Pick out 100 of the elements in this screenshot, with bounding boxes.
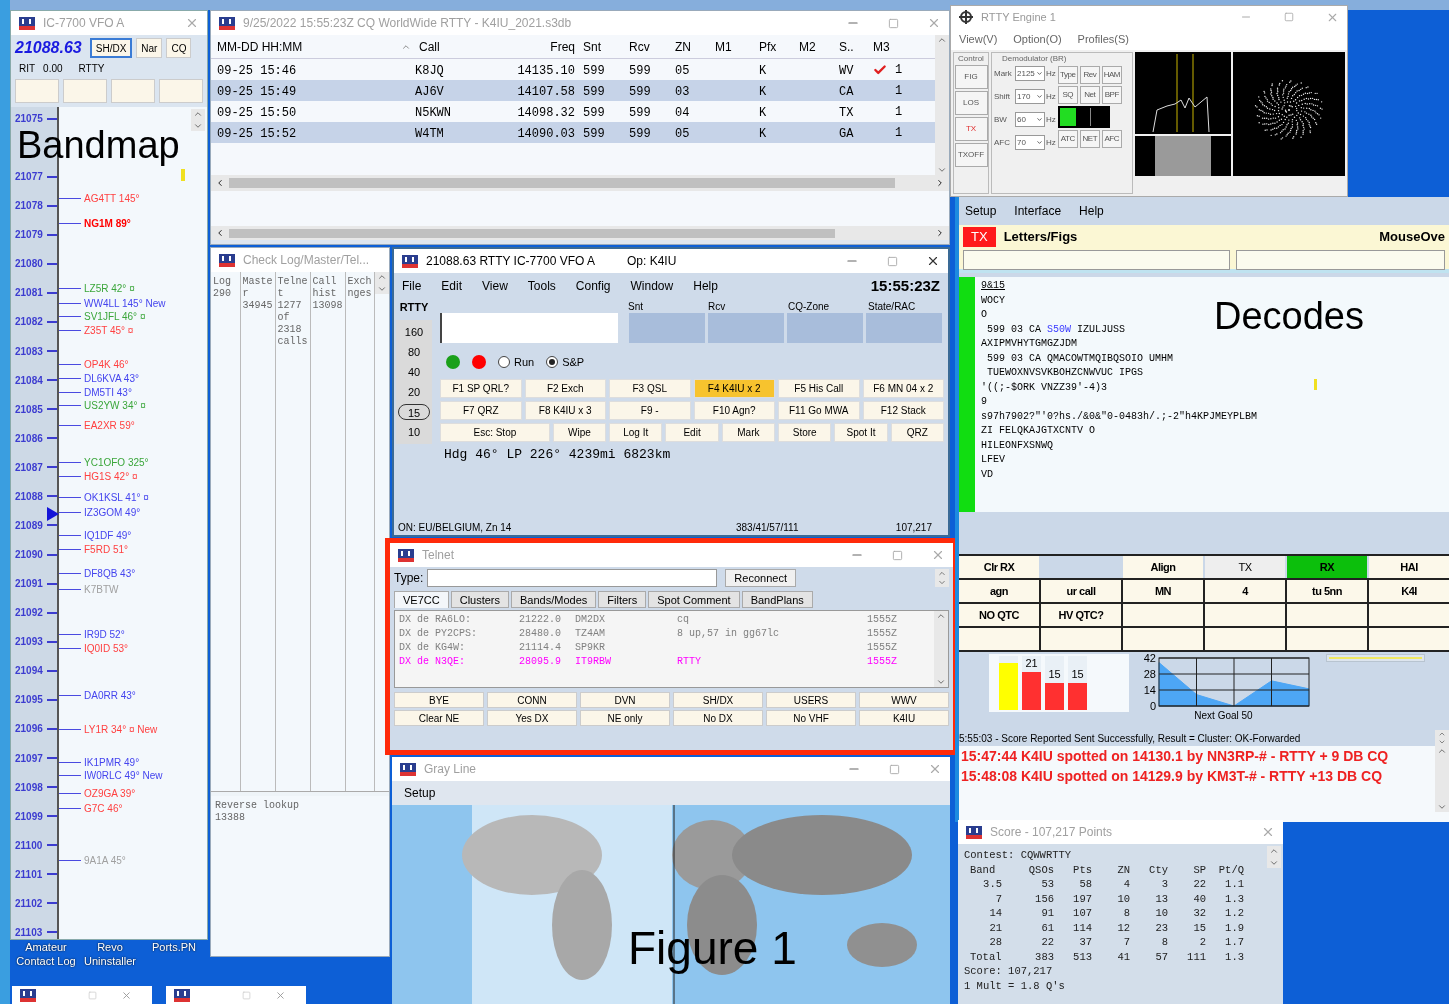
scroll-up-icon[interactable] [937,35,947,45]
scroll-down-icon[interactable] [937,165,947,175]
cluster-command-button[interactable]: DVN [580,692,670,708]
setting-dropdown[interactable]: 170 [1015,89,1045,104]
scroll-down-icon[interactable] [1437,802,1447,812]
scrollbar[interactable] [191,109,205,131]
scrollbar[interactable] [1435,730,1449,746]
menu-item[interactable]: View(V) [959,30,998,48]
band-button[interactable]: 40 [398,363,430,380]
radio-button[interactable] [498,356,510,368]
setting-dropdown[interactable]: 2125 [1015,66,1045,81]
function-key-button[interactable]: F5 His Call [778,379,860,398]
exchange-input-field[interactable] [787,313,863,343]
desktop-icon-label[interactable]: Revo Uninstaller [78,940,142,968]
spot-label[interactable]: OK1KSL 41° ¤ [84,490,149,505]
macro-button[interactable]: HAI [1369,556,1449,578]
tab[interactable]: Clusters [450,591,510,608]
menu-item[interactable]: Tools [527,277,556,295]
scroll-left-icon[interactable] [215,228,225,238]
maximize-icon[interactable] [1284,12,1294,22]
log-row[interactable]: 09-25 15:52 W4TM 14090.03 599 599 05 K GA 1 [211,122,935,143]
tab[interactable]: Spot Comment [648,591,740,608]
function-key-button[interactable]: F9 - [609,401,691,420]
column-header[interactable]: ZN [675,37,691,56]
scroll-right-icon[interactable] [935,178,945,188]
engine-button[interactable]: FIG [954,65,988,89]
macro-button[interactable]: Align [1123,556,1203,578]
function-key-button[interactable]: Log It [609,423,663,442]
spot-label[interactable]: IR9D 52° [84,627,125,642]
engine-button[interactable]: TXOFF [954,143,988,167]
maximize-icon[interactable] [888,17,899,29]
bandmap-button[interactable]: CQ [166,38,192,58]
command-input-field[interactable] [427,569,718,587]
function-key-button[interactable]: Spot It [834,423,888,442]
tx-input-field[interactable] [963,249,1230,270]
log-row[interactable]: 09-25 15:49 AJ6V 14107.58 599 599 03 K CA 1 [211,80,935,101]
scroll-down-icon[interactable] [377,284,387,294]
bandmap-button[interactable]: SH/DX [89,38,133,58]
macro-button[interactable]: ur call [1041,580,1121,602]
toggle-button[interactable]: SQ [1057,86,1078,104]
function-key-button[interactable]: F6 MN 04 x 2 [862,379,944,398]
desktop-icon-label[interactable]: Ports.PN [142,940,206,968]
cluster-command-button[interactable]: BYE [394,692,484,708]
exchange-input-field[interactable] [866,313,942,343]
maximize-icon[interactable] [892,549,903,561]
column-header[interactable]: M3 [873,37,890,56]
scroll-down-icon[interactable] [937,578,947,587]
scrollbar[interactable] [1267,846,1281,868]
spot-label[interactable]: NG1M 89° [84,216,131,231]
reconnect-button[interactable]: Reconnect [725,569,796,587]
memory-slot[interactable] [159,79,203,103]
spot-label[interactable]: DF8QB 43° [84,566,136,581]
menu-item[interactable]: Interface [1014,202,1062,220]
macro-button[interactable]: HV QTC? [1041,604,1121,626]
spot-label[interactable]: DA0RR 43° [84,688,136,703]
toggle-button[interactable]: NET [1079,130,1100,148]
cluster-command-button[interactable]: Clear NE [394,710,484,726]
cluster-spot-row[interactable]: DX de KG4W: 21114.4 SP9KR 1555Z [399,641,934,655]
macro-button[interactable]: MN [1123,580,1203,602]
scroll-up-icon[interactable] [377,272,387,282]
memory-slot[interactable] [111,79,155,103]
engine-button[interactable]: LOS [954,91,988,115]
toggle-button[interactable]: Type [1057,66,1078,84]
scroll-up-icon[interactable] [193,109,203,119]
menu-item[interactable]: Help [693,277,718,295]
menu-item[interactable]: Window [630,277,674,295]
taskbar-thumbnail[interactable] [12,986,152,1004]
band-button[interactable]: 80 [398,343,430,360]
cluster-command-button[interactable]: No DX [673,710,763,726]
desktop-icon-label[interactable]: Amateur Contact Log [14,940,78,968]
memory-slot[interactable] [63,79,107,103]
macro-button[interactable]: agn [959,580,1039,602]
function-key-button[interactable]: Edit [665,423,719,442]
function-key-button[interactable]: Store [778,423,832,442]
menu-item[interactable]: File [402,277,422,295]
function-key-button[interactable]: F8 K4IU x 3 [524,401,606,420]
macro-button[interactable]: TX [1205,556,1285,578]
function-key-button[interactable]: F10 Agn? [693,401,775,420]
column-header[interactable]: S.. [839,37,854,56]
scroll-down-icon[interactable] [1269,858,1279,868]
maximize-icon[interactable] [88,990,97,1000]
column-header[interactable]: Pfx [759,37,777,56]
cluster-command-button[interactable]: NE only [580,710,670,726]
column-header[interactable]: Freq [550,37,575,56]
scroll-down-icon[interactable] [936,677,946,687]
callsign-input-field[interactable] [440,313,618,343]
column-header[interactable]: MM-DD HH:MM [217,37,303,56]
scroll-up-icon[interactable] [1269,846,1279,856]
menu-item[interactable]: Setup [404,784,436,802]
menu-item[interactable]: Config [575,277,611,295]
column-header[interactable]: Snt [583,37,601,56]
column-header[interactable]: M1 [715,37,732,56]
cluster-command-button[interactable]: No VHF [766,710,856,726]
scrollbar[interactable] [934,611,948,687]
macro-button[interactable]: RX [1287,556,1367,578]
tab[interactable]: VE7CC [394,591,449,608]
function-key-button[interactable]: F2 Exch [524,379,606,398]
band-button[interactable]: 160 [398,323,430,340]
maximize-icon[interactable] [887,255,898,267]
scrollbar-thumb[interactable] [229,228,835,238]
